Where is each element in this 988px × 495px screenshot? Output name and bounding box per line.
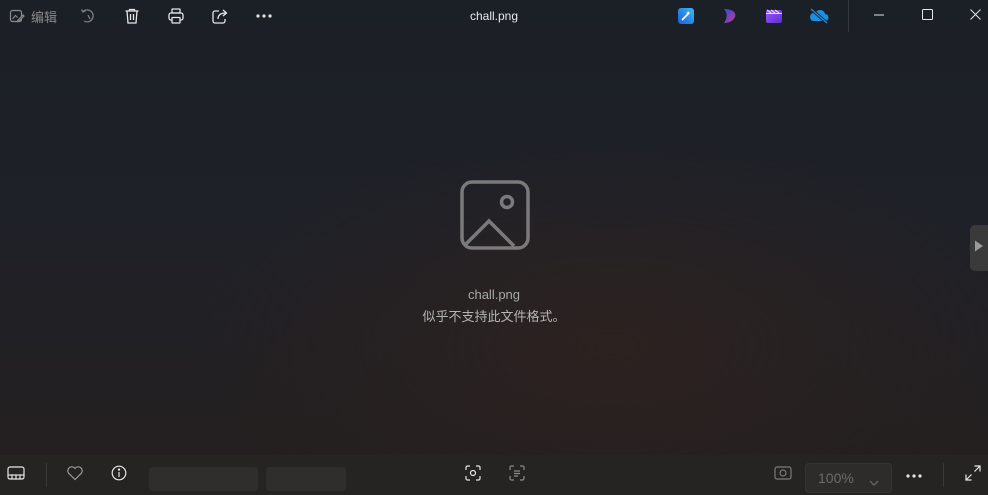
edit-icon — [9, 8, 25, 24]
chevron-right-icon — [974, 239, 984, 257]
filmstrip-button[interactable] — [2, 455, 30, 495]
maximize-button[interactable] — [904, 0, 950, 32]
bottom-separator — [46, 463, 47, 487]
favorite-button[interactable] — [62, 455, 88, 495]
visual-search-icon — [465, 464, 481, 486]
close-icon — [969, 7, 981, 25]
titlebar-separator — [848, 0, 849, 32]
fullscreen-button[interactable] — [960, 455, 986, 495]
heart-icon — [66, 465, 84, 486]
bottom-separator — [943, 463, 944, 487]
close-button[interactable] — [952, 0, 988, 32]
actual-size-button[interactable] — [770, 455, 796, 495]
minimize-icon — [874, 7, 884, 25]
chevron-down-icon — [869, 474, 879, 490]
delete-icon — [123, 7, 141, 25]
zoom-level-select[interactable]: 100% — [805, 463, 892, 493]
rotate-icon — [79, 7, 97, 25]
bottom-bar: 100% — [0, 455, 988, 495]
more-icon — [255, 13, 273, 19]
edit-button[interactable]: 编辑 — [4, 0, 62, 32]
edit-label: 编辑 — [30, 9, 57, 25]
fullscreen-icon — [965, 464, 981, 486]
more-options-button[interactable] — [900, 455, 928, 495]
clipchamp-app-icon[interactable] — [721, 7, 739, 25]
unsupported-image-icon — [459, 179, 531, 251]
next-image-button[interactable] — [970, 225, 988, 271]
minimize-button[interactable] — [856, 0, 902, 32]
rotate-button[interactable] — [76, 0, 100, 32]
more-icon — [905, 466, 923, 484]
placeholder-filename: chall.png — [467, 287, 521, 302]
visual-search-button[interactable] — [460, 455, 486, 495]
file-info-button[interactable] — [106, 455, 132, 495]
text-scan-icon — [509, 464, 525, 486]
actual-size-icon — [774, 465, 792, 485]
share-icon — [211, 7, 229, 25]
more-options-button[interactable] — [252, 0, 276, 32]
file-title: chall.png — [469, 9, 519, 23]
designer-app-icon[interactable] — [677, 7, 695, 25]
delete-button[interactable] — [120, 0, 144, 32]
placeholder-pill — [266, 467, 346, 491]
unsupported-format-message: 似乎不支持此文件格式。 — [422, 310, 566, 325]
onedrive-icon[interactable] — [808, 7, 829, 25]
text-scan-button[interactable] — [504, 455, 530, 495]
filmstrip-icon — [7, 465, 25, 486]
title-bar: 编辑 chall.png — [0, 0, 988, 32]
maximize-icon — [921, 7, 933, 25]
print-icon — [167, 7, 185, 25]
zoom-value: 100% — [818, 470, 854, 486]
print-button[interactable] — [164, 0, 188, 32]
info-icon — [111, 465, 127, 486]
video-editor-app-icon[interactable] — [765, 7, 783, 25]
placeholder-pill — [149, 467, 258, 491]
share-button[interactable] — [208, 0, 232, 32]
